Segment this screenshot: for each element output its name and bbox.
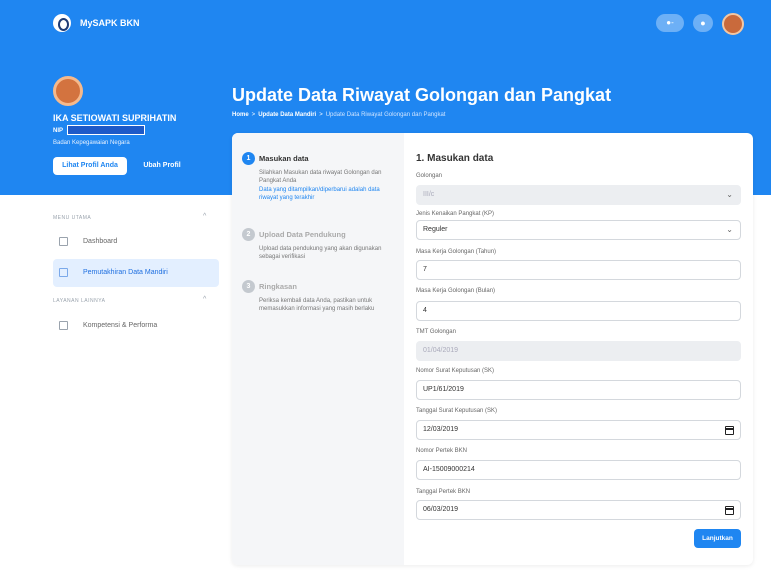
chevron-up-icon[interactable]: ^ [203, 296, 206, 303]
mk-bulan-input[interactable]: 4 [416, 301, 741, 321]
edit-profile-button[interactable]: Ubah Profil [132, 157, 192, 175]
nomor-pertek-input[interactable]: AI-15009000214 [416, 460, 741, 480]
chevron-down-icon: ⌄ [726, 190, 733, 199]
jenis-kp-value: Reguler [423, 226, 448, 233]
breadcrumb-home[interactable]: Home [232, 112, 249, 118]
step-description: Periksa kembali data Anda, pastikan untu… [259, 298, 375, 312]
tanggal-sk-value: 12/03/2019 [423, 426, 459, 433]
step-description: Upload data pendukung yang akan digunaka… [259, 246, 382, 260]
notification-icon[interactable]: ● [693, 14, 713, 32]
dashboard-icon [59, 237, 68, 246]
golongan-label: Golongan [416, 173, 443, 179]
tanggal-sk-label: Tanggal Surat Keputusan (SK) [416, 408, 498, 414]
sidebar-item-label: Dashboard [83, 238, 118, 245]
app-title[interactable]: MySAPK BKN [80, 18, 140, 28]
profile-avatar [53, 76, 83, 106]
jenis-kp-label: Jenis Kenaikan Pangkat (KP) [416, 211, 495, 217]
jenis-kp-select[interactable]: Reguler ⌄ [416, 220, 741, 240]
sidebar-section-other: LAYANAN LAINNYA [53, 298, 106, 304]
calendar-icon[interactable] [725, 426, 734, 435]
step-description: Silahkan Masukan data riwayat Golongan d… [259, 170, 382, 184]
breadcrumb-update-data[interactable]: Update Data Mandiri [258, 112, 316, 118]
step-number: 1 [242, 152, 255, 165]
golongan-value: III/c [423, 191, 435, 198]
nip-redacted [67, 125, 145, 135]
step-title: Upload Data Pendukung [259, 230, 346, 239]
step-title: Masukan data [259, 154, 309, 163]
tanggal-pertek-label: Tanggal Pertek BKN [416, 489, 471, 495]
nomor-pertek-label: Nomor Pertek BKN [416, 448, 468, 454]
logo-icon[interactable] [53, 14, 71, 32]
performance-icon [59, 321, 68, 330]
profile-name: IKA SETIOWATI SUPRIHATIN [53, 113, 177, 123]
sidebar-item-pemutakhiran[interactable]: Pemutakhiran Data Mandiri [53, 259, 219, 287]
golongan-select: III/c ⌄ [416, 185, 741, 205]
breadcrumb-separator: > [319, 112, 323, 118]
sidebar-item-label: Kompetensi & Performa [83, 322, 158, 329]
sidebar-section-main: MENU UTAMA [53, 215, 92, 221]
chevron-up-icon[interactable]: ^ [203, 213, 206, 220]
top-bar: MySAPK BKN ●- ● [0, 0, 771, 44]
form-title: 1. Masukan data [416, 153, 494, 164]
profile-org: Badan Kepegawaian Negara [53, 140, 130, 146]
breadcrumb: Home > Update Data Mandiri > Update Data Riw… [232, 112, 445, 118]
mk-tahun-input[interactable]: 7 [416, 260, 741, 280]
tmt-input: 01/04/2019 [416, 341, 741, 361]
step-title: Ringkasan [259, 282, 297, 291]
breadcrumb-separator: > [251, 112, 256, 118]
next-button[interactable]: Lanjutkan [694, 529, 741, 548]
nomor-sk-label: Nomor Surat Keputusan (SK) [416, 368, 495, 374]
theme-toggle-button[interactable]: ●- [656, 14, 684, 32]
mk-bulan-label: Masa Kerja Golongan (Bulan) [416, 288, 496, 294]
step-number: 2 [242, 228, 255, 241]
tanggal-sk-input[interactable]: 12/03/2019 [416, 420, 741, 440]
breadcrumb-current: Update Data Riwayat Golongan dan Pangkat [325, 112, 446, 118]
nip-label: NIP [53, 128, 64, 134]
step-number: 3 [242, 280, 255, 293]
sidebar-item-kompetensi[interactable]: Kompetensi & Performa [53, 312, 219, 340]
form-card: 1 Masukan data Silahkan Masukan data riw… [232, 133, 753, 565]
mk-tahun-label: Masa Kerja Golongan (Tahun) [416, 249, 497, 255]
page-title: Update Data Riwayat Golongan dan Pangkat [232, 85, 612, 105]
tanggal-pertek-input[interactable]: 06/03/2019 [416, 500, 741, 520]
tanggal-pertek-value: 06/03/2019 [423, 506, 459, 513]
tmt-label: TMT Golongan [416, 329, 456, 335]
view-profile-button[interactable]: Lihat Profil Anda [53, 157, 127, 175]
update-data-icon [59, 268, 68, 277]
sidebar-item-dashboard[interactable]: Dashboard [53, 228, 219, 256]
user-avatar[interactable] [722, 13, 744, 35]
nomor-sk-input[interactable]: UP1/61/2019 [416, 380, 741, 400]
sidebar-item-label: Pemutakhiran Data Mandiri [83, 269, 168, 276]
step-note-link[interactable]: Data yang ditampilkan/diperbarui adalah … [259, 186, 394, 202]
calendar-icon[interactable] [725, 506, 734, 515]
stepper-panel: 1 Masukan data Silahkan Masukan data riw… [232, 133, 404, 565]
chevron-down-icon: ⌄ [726, 225, 733, 234]
